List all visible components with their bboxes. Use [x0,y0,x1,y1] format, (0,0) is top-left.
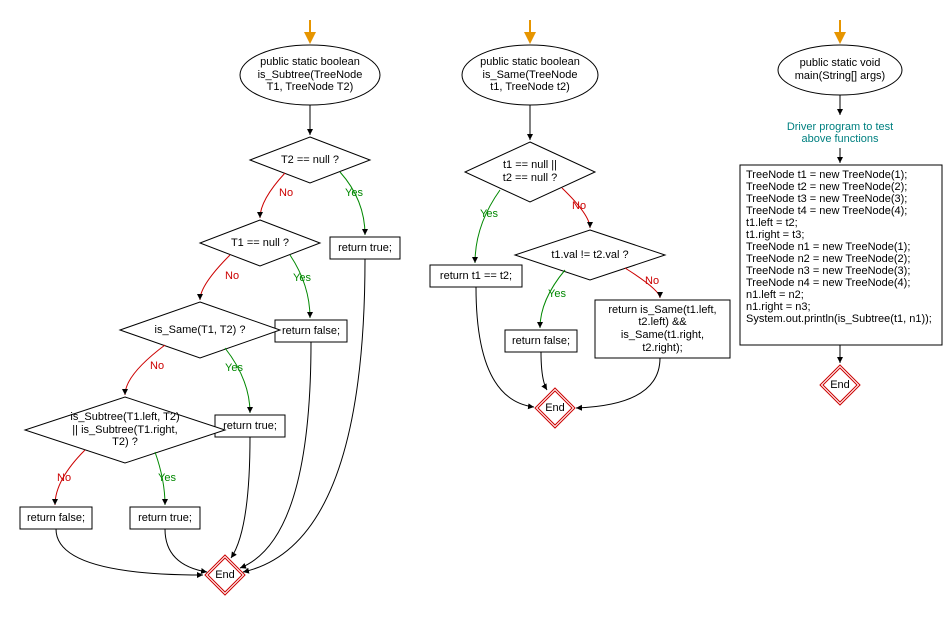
flow1-d3: is_Same(T1, T2) ? [130,318,270,342]
flow2-start: public static boolean is_Same(TreeNode t… [462,50,598,100]
flow1-d1-no: No [279,187,293,199]
flow1-d4-yes: Yes [158,472,176,484]
flow3-comment: Driver program to test above functions [770,118,910,148]
flow1-d1: T2 == null ? [255,148,365,172]
flow1-d2: T1 == null ? [205,231,315,255]
flowchart-svg: public static boolean is_Subtree(TreeNod… [0,0,948,630]
flow3-end: End [820,375,860,395]
flow1-end: End [205,565,245,585]
flow1-rfalse2: return false; [20,507,92,529]
flow1-d4: is_Subtree(T1.left, T2) || is_Subtree(T1… [40,410,210,450]
flow1-d4-no: No [57,472,71,484]
flow1-rtrue2: return true; [215,415,285,437]
flow2-d1: t1 == null || t2 == null ? [475,157,585,187]
flow1-rtrue1: return true; [330,237,400,259]
flow2-d2-yes: Yes [548,288,566,300]
flow2-d2: t1.val != t2.val ? [530,244,650,266]
flow1-rtrue3: return true; [130,507,200,529]
flow2-d2-no: No [645,275,659,287]
flow1-d2-no: No [225,270,239,282]
flow2-rrec: return is_Same(t1.left, t2.left) && is_S… [595,300,730,358]
flowchart-canvas: { "flow1": { "start": "public static boo… [0,0,948,630]
flow1-d3-no: No [150,360,164,372]
flow2-d1-yes: Yes [480,208,498,220]
flow1-d2-yes: Yes [293,272,311,284]
flow1-d1-yes: Yes [345,187,363,199]
flow1-d3-yes: Yes [225,362,243,374]
flow2-r1: return t1 == t2; [430,265,522,287]
flow2-rfalse: return false; [505,330,577,352]
flow3-start: public static void main(String[] args) [778,50,902,90]
flow1-rfalse1: return false; [275,320,347,342]
flow1-start: public static boolean is_Subtree(TreeNod… [240,50,380,100]
flow3-code: TreeNode t1 = new TreeNode(1); TreeNode … [740,165,942,345]
flow2-d1-no: No [572,200,586,212]
flow2-end: End [535,398,575,418]
